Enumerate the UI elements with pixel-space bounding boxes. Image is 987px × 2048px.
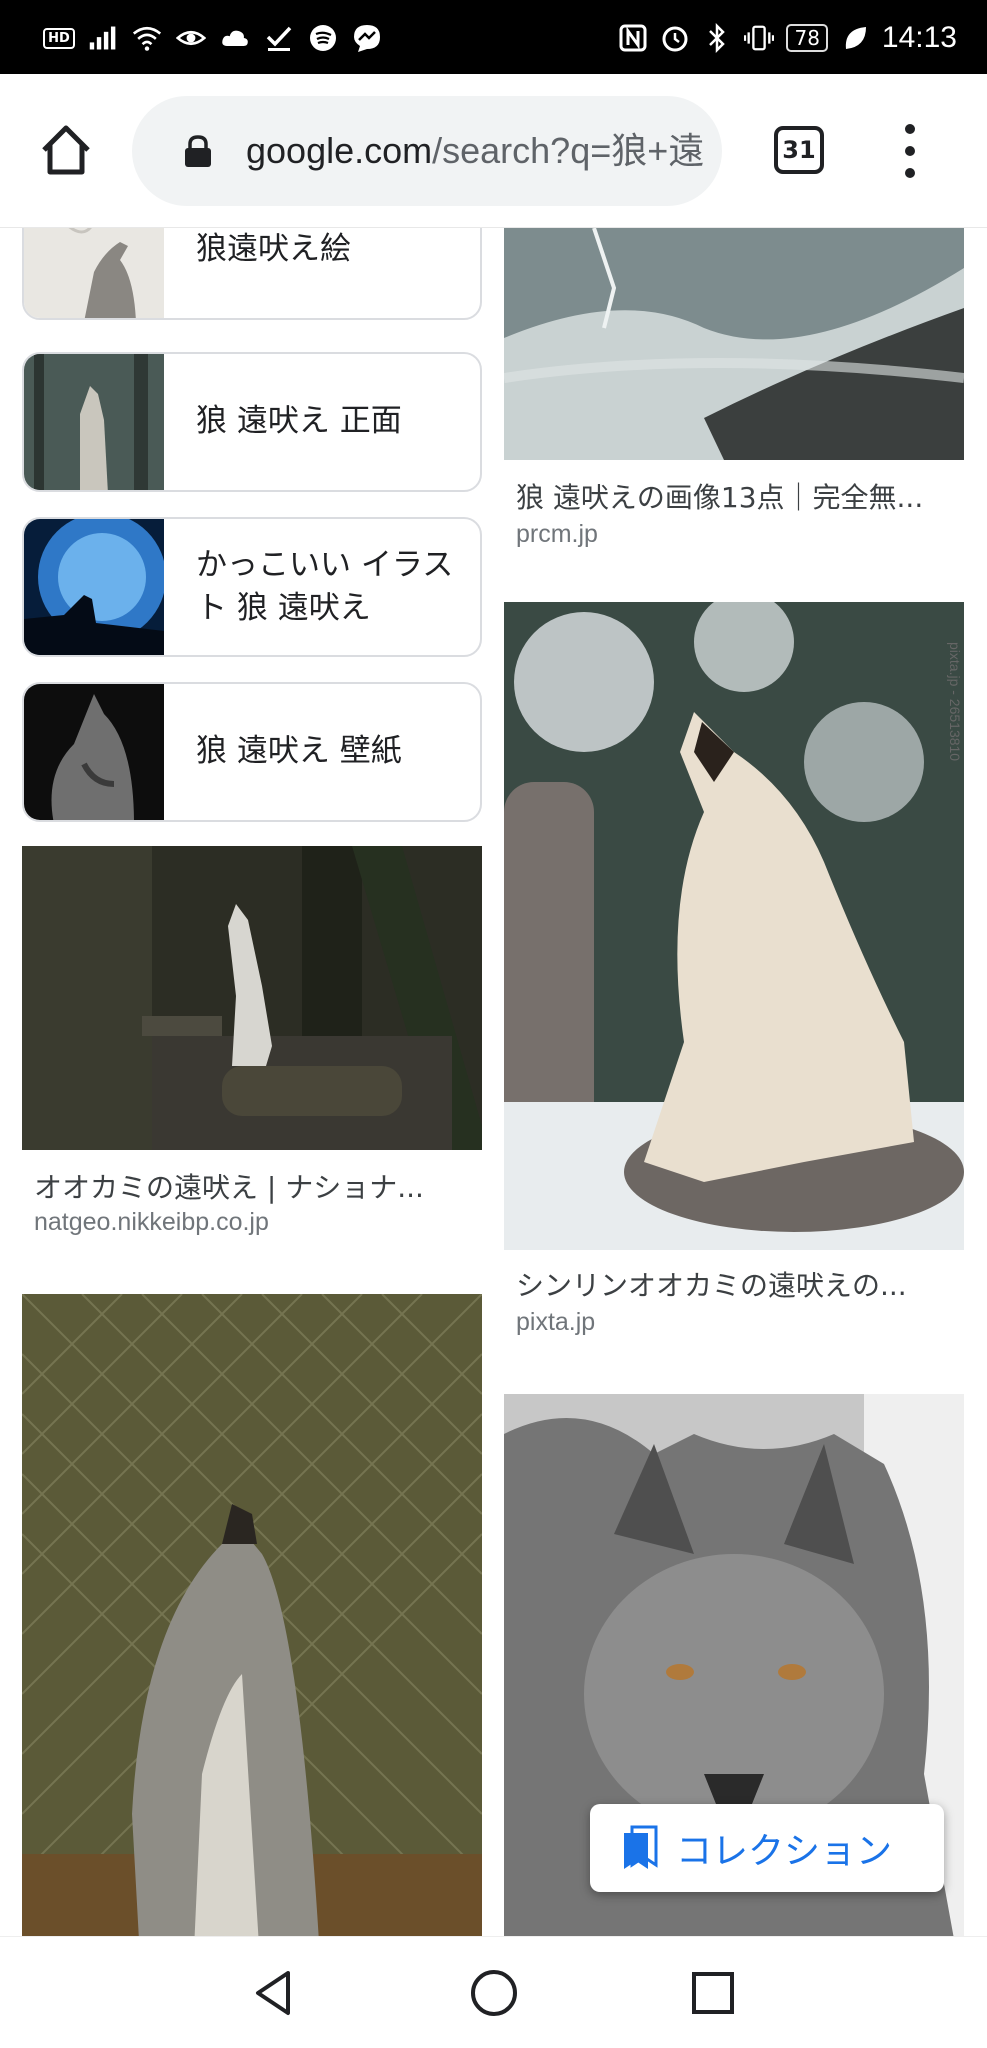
chip-label: かっこいい イラスト 狼 遠吠え	[196, 546, 454, 626]
chip-thumbnail	[24, 228, 164, 318]
result-title: シンリンオオカミの遠吠えの...	[516, 1269, 907, 1302]
related-search-chip[interactable]: 狼 遠吠え 正面	[22, 352, 482, 492]
check-icon	[264, 23, 294, 53]
status-bar: HD 78 14:13	[0, 0, 987, 74]
result-image	[22, 846, 482, 1150]
chip-label: 狼遠吠え絵	[196, 231, 351, 268]
home-icon	[42, 125, 90, 175]
bookmark-icon	[624, 1825, 658, 1869]
lock-icon	[185, 135, 211, 167]
address-bar[interactable]: google.com/search?q=狼+遠	[132, 96, 722, 206]
hd-icon: HD	[43, 23, 75, 53]
clock: 14:13	[881, 21, 957, 54]
home-circle-icon[interactable]	[466, 1965, 522, 2021]
search-results: 狼遠吠え絵 狼 遠吠え 正面 かっこいい イラスト 狼 遠吠え 狼 遠吠え 壁紙…	[0, 228, 987, 1936]
nfc-icon	[618, 23, 648, 53]
result-image: pixta.jp - 26513810	[504, 602, 964, 1250]
browser-toolbar: google.com/search?q=狼+遠 31	[0, 74, 987, 228]
alarm-icon	[660, 23, 690, 53]
menu-dot-icon	[905, 146, 915, 156]
image-result[interactable]: オオカミの遠吠え | ナショナ... natgeo.nikkeibp.co.jp	[22, 846, 482, 1246]
signal-icon	[88, 23, 118, 53]
spotify-icon	[308, 23, 338, 53]
bluetooth-icon	[702, 23, 732, 53]
vibrate-icon	[744, 23, 775, 53]
related-search-chip[interactable]: 狼遠吠え絵	[22, 228, 482, 320]
image-result[interactable]: 狼 遠吠えの画像13点｜完全無... prcm.jp	[504, 228, 964, 568]
result-title: オオカミの遠吠え | ナショナ...	[34, 1171, 424, 1204]
result-source: prcm.jp	[516, 520, 598, 548]
related-search-chip[interactable]: かっこいい イラスト 狼 遠吠え	[22, 517, 482, 657]
watermark-text: pixta.jp - 26513810	[947, 642, 963, 761]
menu-dot-icon	[905, 124, 915, 134]
eye-icon	[176, 23, 206, 53]
chip-thumbnail	[24, 684, 164, 820]
chip-label: 狼 遠吠え 正面	[196, 403, 402, 440]
url-text: google.com/search?q=狼+遠	[246, 96, 704, 206]
home-button[interactable]	[36, 120, 96, 180]
collection-button[interactable]: コレクション	[590, 1804, 944, 1892]
menu-dot-icon	[905, 168, 915, 178]
collection-button-label: コレクション	[676, 1831, 893, 1872]
url-domain: google.com	[246, 130, 433, 171]
system-nav-bar	[0, 1936, 987, 2048]
result-title: 狼 遠吠えの画像13点｜完全無...	[516, 481, 924, 514]
url-path: /search?q=狼+遠	[432, 130, 705, 171]
chip-thumbnail	[24, 354, 164, 490]
result-source: natgeo.nikkeibp.co.jp	[34, 1208, 269, 1236]
back-icon[interactable]	[246, 1965, 302, 2021]
chip-thumbnail	[24, 519, 166, 655]
battery-indicator: 78	[786, 24, 828, 52]
overflow-menu-button[interactable]	[895, 124, 925, 178]
result-source: pixta.jp	[516, 1308, 596, 1336]
image-result[interactable]: pixta.jp - 26513810 シンリンオオカミの遠吠えの... pix…	[504, 602, 964, 1342]
messenger-icon	[352, 23, 382, 53]
wifi-icon	[132, 23, 162, 53]
chip-label: 狼 遠吠え 壁紙	[196, 733, 402, 770]
cloud-icon	[220, 23, 250, 53]
recents-icon[interactable]	[685, 1965, 741, 2021]
image-result[interactable]	[22, 1294, 482, 1936]
result-image	[504, 228, 964, 460]
tab-switcher-button[interactable]: 31	[774, 126, 824, 174]
related-search-chip[interactable]: 狼 遠吠え 壁紙	[22, 682, 482, 822]
result-image	[22, 1294, 482, 1936]
leaf-icon	[840, 23, 870, 53]
